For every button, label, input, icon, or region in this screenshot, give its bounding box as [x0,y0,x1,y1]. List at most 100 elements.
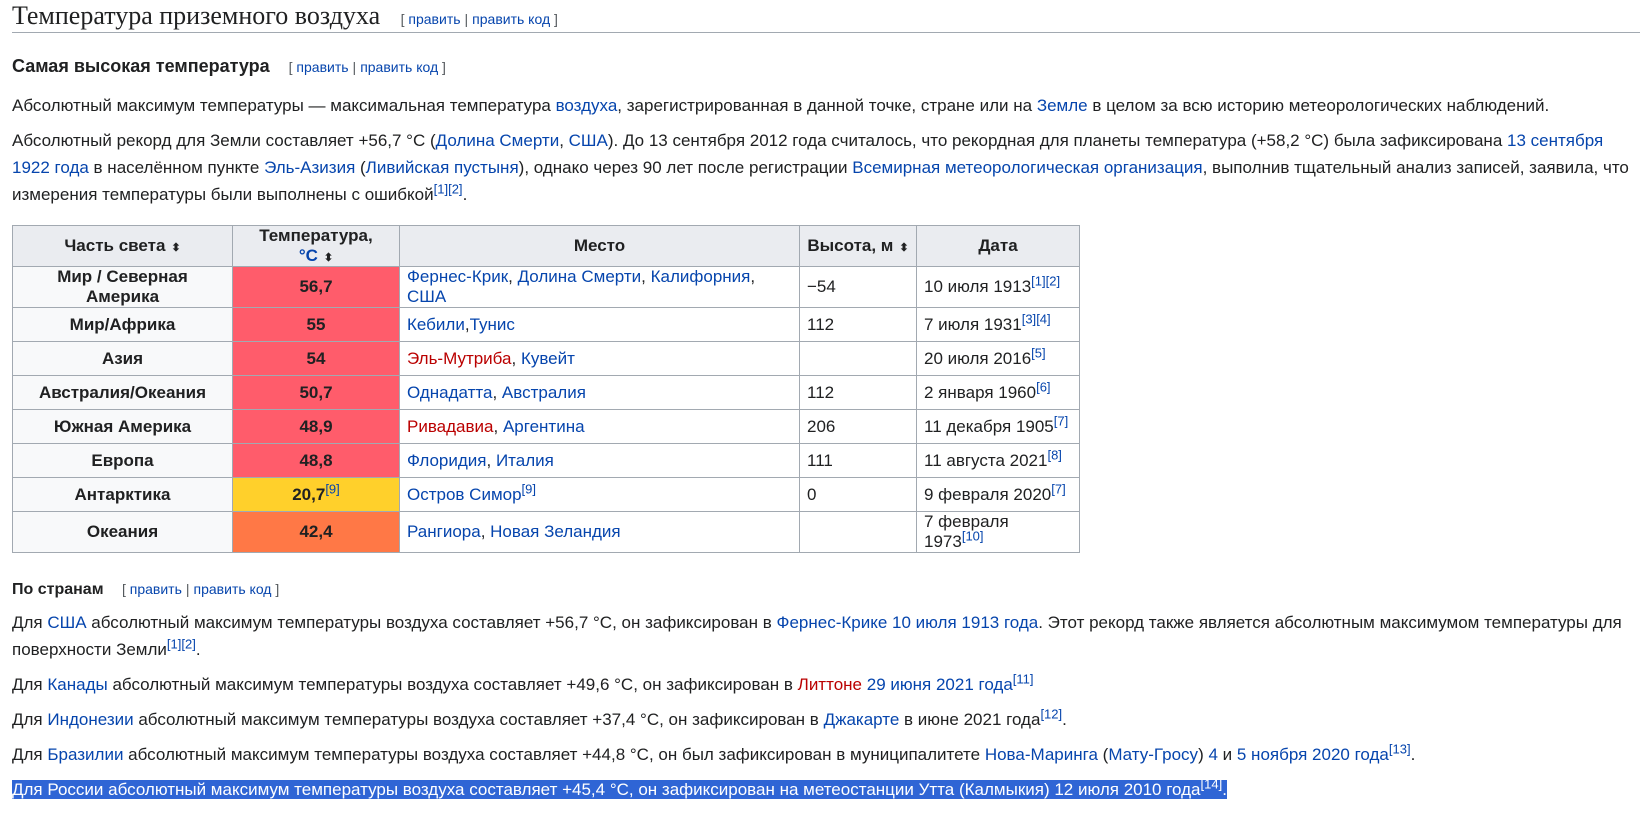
table-row: Мир/Африка 55 Кебили,Тунис 112 7 июля 1931[3… [12,307,1080,342]
place-link[interactable]: Кебили [407,315,465,334]
cell-temperature: 55 [232,307,400,342]
ref-link[interactable]: [7] [1054,413,1068,428]
cell-date: 20 июля 2016[5] [916,341,1080,376]
cell-place: Фернес-Крик, Долина Смерти, Калифорния, … [399,266,800,308]
link-celsius[interactable]: °C [299,246,318,265]
paragraph-canada: Для Канады абсолютный максимум температу… [12,671,1034,694]
cell-place: Рангиора, Новая Зеландия [399,511,800,553]
separator: , [641,267,651,286]
table-row: Антарктика 20,7[9] Остров Симор[9] 0 9 февра… [12,477,1080,512]
separator: , [511,348,521,368]
ref-link[interactable]: [4] [1036,311,1050,326]
link-air[interactable]: воздуха [556,96,618,115]
place-link[interactable]: Калифорния [651,267,751,286]
edit-link[interactable]: править [130,581,182,597]
place-link[interactable]: Рангиора [407,522,481,541]
edit-code-link[interactable]: править код [360,59,438,75]
ref-link[interactable]: [6] [1036,379,1050,394]
ref-link[interactable]: [9] [522,481,536,496]
link-furnace-creek[interactable]: Фернес-Крике [777,613,888,632]
link-death-valley[interactable]: Долина Смерти [436,131,560,150]
place-link[interactable]: Однадатта [407,383,492,402]
ref-link[interactable]: [2] [181,636,195,651]
link-usa[interactable]: США [569,131,608,150]
link-year[interactable]: 1922 года [12,158,89,177]
ref-link[interactable]: [2] [1046,273,1060,288]
subsection-title: По странам [12,581,104,598]
link-jakarta[interactable]: Джакарте [824,710,900,729]
ref-link[interactable]: [7] [1051,481,1065,496]
place-link[interactable]: Эль-Мутриба [407,349,511,368]
link-usa[interactable]: США [47,613,86,632]
link-el-azizia[interactable]: Эль-Азизия [264,158,355,177]
place-link[interactable]: Долина Смерти [518,267,642,286]
cell-region: Австралия/Океания [12,375,233,410]
place-link[interactable]: Флоридия [407,451,487,470]
link-year[interactable]: 1913 года [961,613,1038,632]
ref-link[interactable]: [11] [1013,671,1034,686]
link-year[interactable]: 2021 года [936,675,1013,694]
sort-icon[interactable]: ⬍ [324,252,333,264]
selected-text[interactable]: Для России абсолютный максимум температу… [12,777,1227,799]
link-nova-maringa[interactable]: Нова-Маринга [985,745,1098,764]
column-header-height[interactable]: Высота, м ⬍ [799,225,917,267]
place-link[interactable]: Тунис [470,315,515,334]
place-link[interactable]: Новая Зеландия [490,522,621,541]
subsection-edit-links: [ править | править код ] [121,581,280,597]
edit-link[interactable]: править [408,11,460,27]
cell-place: Остров Симор[9] [399,477,800,512]
link-date[interactable]: 29 июня [867,675,931,694]
place-link[interactable]: Ривадавиа [407,417,494,436]
cell-date: 10 июля 1913[1][2] [916,266,1080,308]
link-date[interactable]: 13 сентября [1507,131,1603,150]
ref-link[interactable]: [9] [325,481,339,496]
ref-link[interactable]: [10] [962,528,984,543]
link-canada[interactable]: Канады [47,675,107,694]
place-link[interactable]: Остров Симор [407,485,522,504]
link-mato-grosso[interactable]: Мату-Гросу [1108,745,1198,764]
ref-link[interactable]: [1] [167,636,181,651]
edit-link[interactable]: править [296,59,348,75]
place-link[interactable]: США [407,287,446,306]
link-date[interactable]: 10 июля [892,613,957,632]
ref-link[interactable]: [1] [1031,273,1045,288]
link-earth[interactable]: Земле [1037,96,1088,115]
ref-link[interactable]: [1] [434,181,448,196]
place-link[interactable]: Кувейт [521,349,575,368]
cell-place: Однадатта, Австралия [399,375,800,410]
link-indonesia[interactable]: Индонезии [47,710,133,729]
edit-code-link[interactable]: править код [194,581,272,597]
ref-link[interactable]: [14] [1201,776,1223,791]
place-link[interactable]: Италия [496,451,554,470]
column-header-region[interactable]: Часть света ⬍ [12,225,233,267]
place-link[interactable]: Аргентина [503,417,585,436]
sort-icon[interactable]: ⬍ [899,242,908,254]
place-link[interactable]: Фернес-Крик [407,267,508,286]
link-date[interactable]: 5 ноября [1237,745,1307,764]
cell-height: 112 [799,307,917,342]
subsection-title: Самая высокая температура [12,56,270,76]
link-lytton[interactable]: Литтоне [798,675,862,694]
link-year[interactable]: 2020 года [1312,745,1389,764]
edit-code-link[interactable]: править код [472,11,550,27]
cell-height [799,511,917,553]
ref-link[interactable]: [3] [1022,311,1036,326]
column-header-date: Дата [916,225,1080,267]
column-header-temperature[interactable]: Температура, °C ⬍ [232,225,400,267]
link-wmo[interactable]: Всемирная метеорологическая организация [852,158,1202,177]
sort-icon[interactable]: ⬍ [171,242,180,254]
ref-link[interactable]: [12] [1040,706,1062,721]
ref-link[interactable]: [5] [1031,345,1045,360]
link-day[interactable]: 4 [1208,745,1217,764]
place-link[interactable]: Австралия [502,383,586,402]
link-brazil[interactable]: Бразилии [47,745,123,764]
link-libyan-desert[interactable]: Ливийская пустыня [366,158,519,177]
table-row: Австралия/Океания 50,7 Однадатта, Австрали… [12,375,1080,410]
cell-date: 2 января 1960[6] [916,375,1080,410]
cell-place: Кебили,Тунис [399,307,800,342]
cell-temperature: 48,9 [232,409,400,444]
ref-link[interactable]: [8] [1047,447,1061,462]
ref-link[interactable]: [2] [448,181,462,196]
cell-temperature: 20,7[9] [232,477,400,512]
ref-link[interactable]: [13] [1389,741,1411,756]
